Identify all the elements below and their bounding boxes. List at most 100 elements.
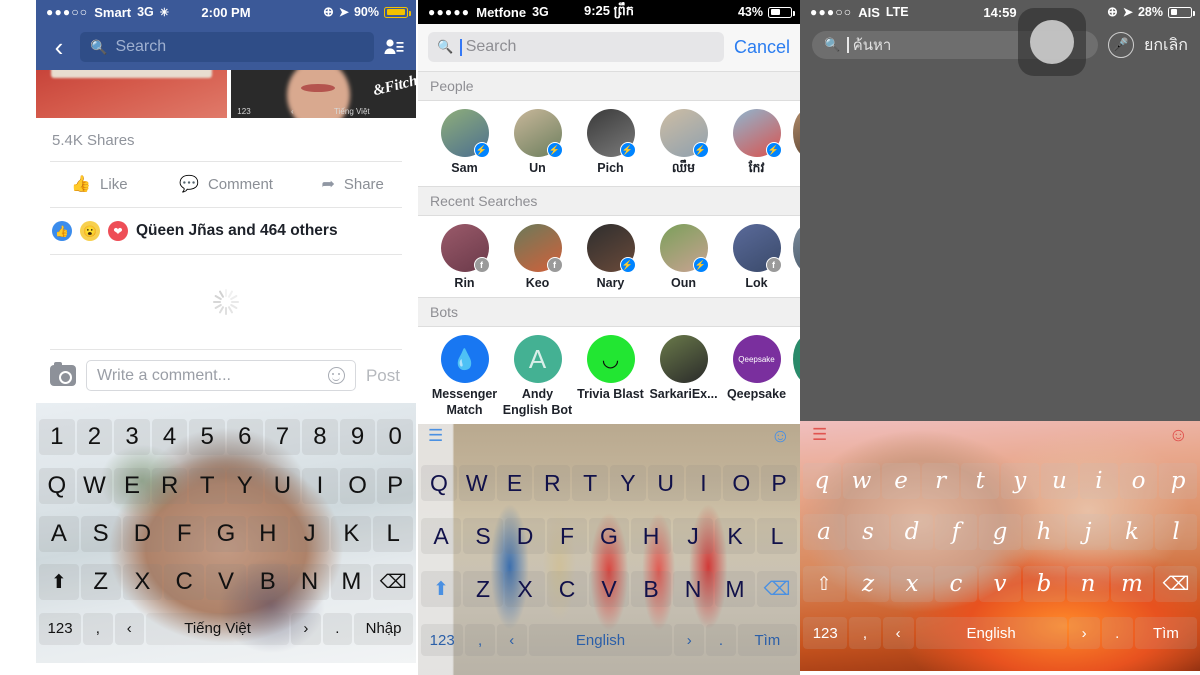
space-key[interactable]: Tiếng Việt	[146, 612, 290, 645]
comment-input[interactable]: Write a comment...	[86, 360, 356, 391]
list-item-partial[interactable]	[793, 109, 800, 179]
shift-key[interactable]: ⬆	[421, 571, 461, 607]
comment-button[interactable]: 💬 Comment	[163, 174, 290, 194]
list-item[interactable]: SarkariEx...	[647, 335, 720, 417]
list-item[interactable]: ⚡ កែវ	[720, 109, 793, 179]
key-s[interactable]: s	[847, 514, 889, 551]
return-key[interactable]: Nhập	[354, 612, 414, 645]
key-z[interactable]: Z	[80, 564, 121, 601]
key-m[interactable]: M	[715, 571, 755, 607]
list-item[interactable]: 💧 Messenger Match	[428, 335, 501, 417]
search-input[interactable]: 🔍 Search	[428, 32, 724, 62]
numbers-key[interactable]: 123	[421, 624, 464, 656]
key-u[interactable]: U	[264, 467, 301, 504]
key-p[interactable]: p	[1159, 462, 1197, 499]
post-button[interactable]: Post	[366, 366, 402, 386]
key-v[interactable]: v	[979, 565, 1021, 602]
key-z[interactable]: Z	[463, 571, 503, 607]
key-x[interactable]: X	[505, 571, 545, 607]
friend-requests-icon[interactable]	[384, 38, 404, 56]
next-language-key[interactable]: ›	[1068, 617, 1100, 650]
key-u[interactable]: U	[647, 465, 684, 501]
key-n[interactable]: N	[289, 564, 330, 601]
key-j[interactable]: J	[673, 518, 713, 554]
key-n[interactable]: N	[673, 571, 713, 607]
backspace-key[interactable]: ⌫	[1155, 565, 1197, 602]
key-q[interactable]: Q	[39, 467, 75, 504]
key-p[interactable]: P	[377, 467, 413, 504]
key-k[interactable]: K	[715, 518, 755, 554]
key-l[interactable]: L	[373, 515, 414, 552]
key-b[interactable]: b	[1023, 565, 1065, 602]
key-i[interactable]: i	[1080, 462, 1118, 499]
cancel-button[interactable]: Cancel	[734, 37, 790, 58]
key-g[interactable]: G	[589, 518, 629, 554]
prev-language-key[interactable]: ‹	[496, 624, 527, 656]
list-item[interactable]: Qeepsake Qeepsake	[720, 335, 793, 417]
list-item[interactable]: ⚡ ឈឹម	[647, 109, 720, 179]
keyboard-keys-layer[interactable]: q w e r t y u i o p a s d f g h j k l ⇧ z x c v b n m ⌫ 123, ‹ English…	[800, 421, 1200, 671]
key-x[interactable]: x	[891, 565, 933, 602]
key-a[interactable]: a	[803, 514, 845, 551]
key-c[interactable]: C	[164, 564, 205, 601]
prev-language-key[interactable]: ‹	[114, 612, 145, 645]
cancel-button[interactable]: ยกเลิก	[1144, 33, 1188, 58]
period-key[interactable]: .	[706, 624, 736, 656]
key-b[interactable]: B	[631, 571, 671, 607]
period-key[interactable]: .	[322, 612, 353, 645]
key-k[interactable]: K	[331, 515, 372, 552]
key-y[interactable]: Y	[227, 467, 263, 504]
key-k[interactable]: k	[1111, 514, 1153, 551]
key-i[interactable]: I	[302, 467, 338, 504]
key-f[interactable]: F	[547, 518, 587, 554]
key-e[interactable]: E	[114, 467, 150, 504]
key-j[interactable]: J	[289, 515, 330, 552]
list-item[interactable]: f Rin	[428, 224, 501, 290]
key-2[interactable]: 2	[76, 419, 113, 456]
comma-key[interactable]: ,	[465, 624, 495, 656]
list-item[interactable]: A Andy English Bot	[501, 335, 574, 417]
numbers-key[interactable]: 123	[39, 612, 82, 645]
key-6[interactable]: 6	[227, 419, 263, 456]
key-o[interactable]: O	[723, 465, 760, 501]
comma-key[interactable]: ,	[849, 617, 881, 650]
back-button[interactable]: ‹	[48, 34, 70, 60]
microphone-icon[interactable]: 🎤	[1107, 32, 1134, 58]
key-z[interactable]: z	[847, 565, 889, 602]
key-c[interactable]: c	[935, 565, 977, 602]
key-r[interactable]: r	[921, 462, 960, 499]
search-input[interactable]: 🔍 Search	[80, 32, 374, 62]
key-f[interactable]: f	[935, 514, 977, 551]
like-button[interactable]: 👍 Like	[36, 174, 163, 194]
key-o[interactable]: O	[339, 467, 376, 504]
post-photo-strip[interactable]: &Fitch 123 ‹ Tiếng Việt	[36, 70, 416, 118]
key-r[interactable]: R	[151, 467, 188, 504]
return-key[interactable]: Tìm	[1134, 617, 1197, 650]
key-h[interactable]: h	[1023, 514, 1065, 551]
comma-key[interactable]: ,	[83, 612, 113, 645]
key-1[interactable]: 1	[39, 419, 75, 456]
share-button[interactable]: ➦ Share	[289, 174, 416, 194]
list-item[interactable]: ◡ Trivia Blast	[574, 335, 647, 417]
key-y[interactable]: y	[1001, 462, 1039, 499]
key-c[interactable]: C	[547, 571, 587, 607]
list-item-partial[interactable]	[793, 224, 800, 290]
key-o[interactable]: o	[1119, 462, 1158, 499]
next-language-key[interactable]: ›	[674, 624, 705, 656]
key-v[interactable]: V	[589, 571, 629, 607]
key-h[interactable]: H	[631, 518, 671, 554]
key-8[interactable]: 8	[302, 419, 338, 456]
key-w[interactable]: W	[76, 467, 113, 504]
post-photo-1[interactable]	[36, 70, 228, 118]
prev-language-key[interactable]: ‹	[882, 617, 914, 650]
list-item[interactable]: ⚡ Pich	[574, 109, 647, 179]
list-item[interactable]: ⚡ Oun	[647, 224, 720, 290]
key-e[interactable]: E	[496, 465, 533, 501]
key-y[interactable]: Y	[610, 465, 646, 501]
key-u[interactable]: u	[1040, 462, 1079, 499]
key-0[interactable]: 0	[377, 419, 413, 456]
key-b[interactable]: B	[247, 564, 288, 601]
key-n[interactable]: n	[1067, 565, 1109, 602]
key-5[interactable]: 5	[189, 419, 225, 456]
key-m[interactable]: m	[1111, 565, 1153, 602]
